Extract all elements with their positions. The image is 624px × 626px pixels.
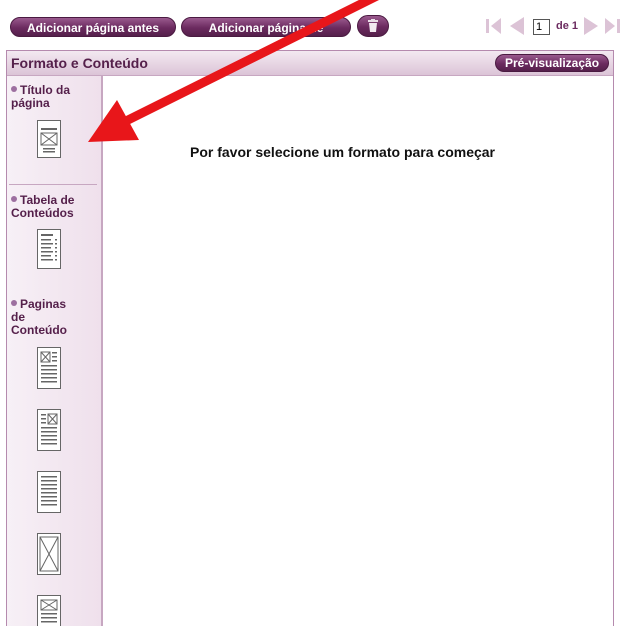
- page-editor: Adicionar página antes Adicionar página …: [0, 0, 624, 626]
- annotation-arrow-icon: [88, 0, 380, 142]
